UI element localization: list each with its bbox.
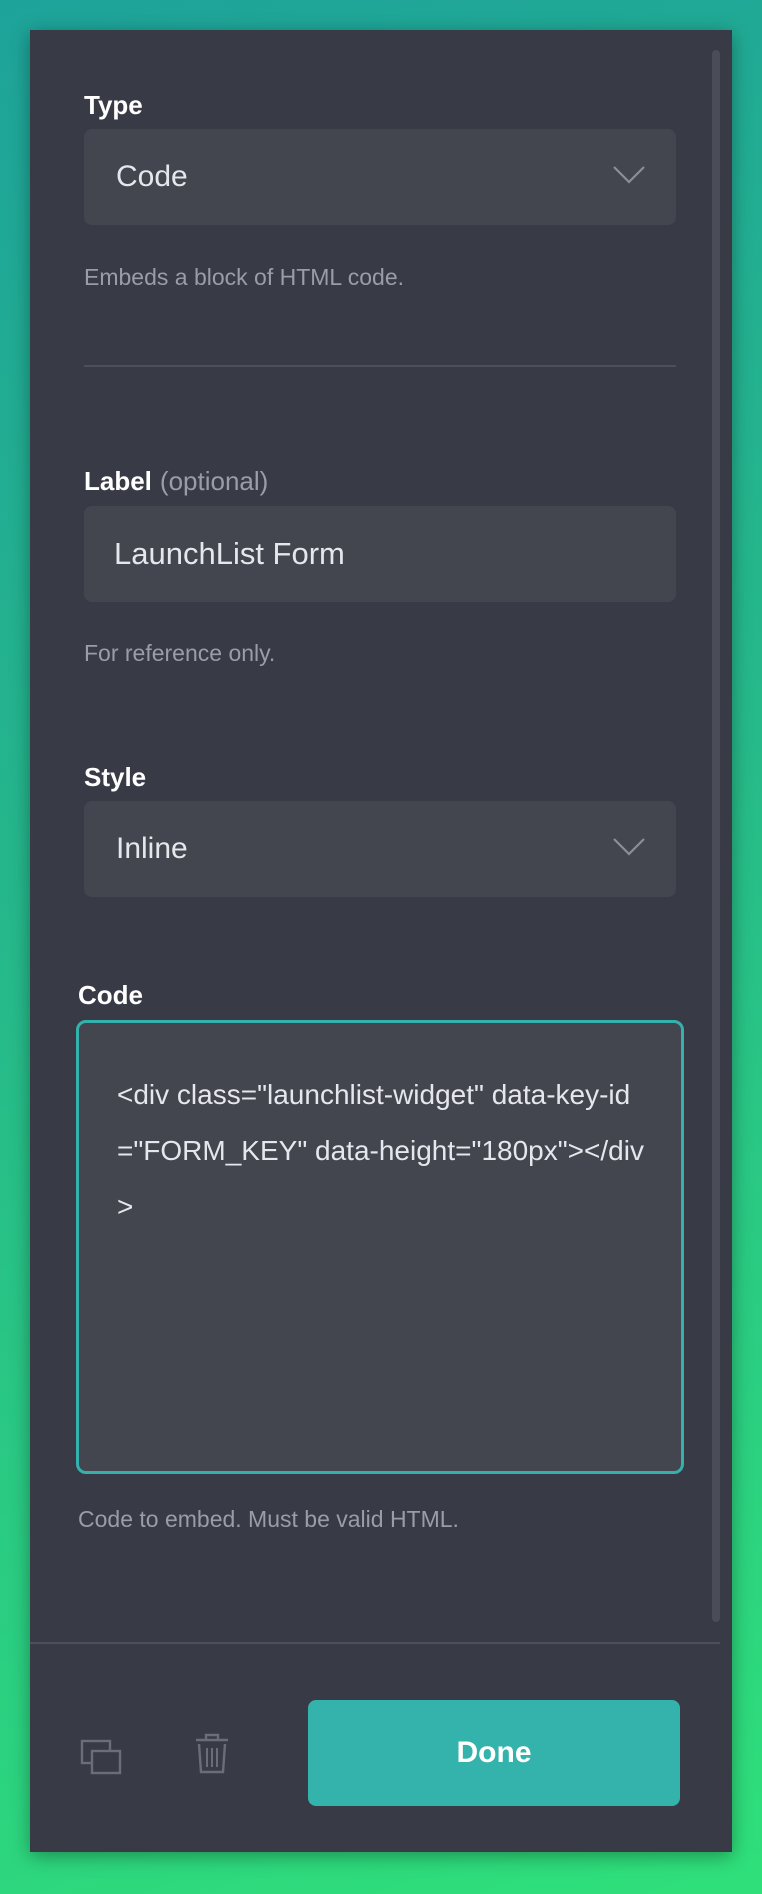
- settings-scroll-area: Type Code Embeds a block of HTML code. L…: [30, 30, 732, 1642]
- type-help-text: Embeds a block of HTML code.: [84, 264, 405, 290]
- style-select-value: Inline: [116, 832, 188, 865]
- trash-icon[interactable]: [190, 1731, 234, 1775]
- label-field-label: Label (optional): [84, 466, 268, 497]
- label-input[interactable]: LaunchList Form: [84, 506, 676, 602]
- block-settings-panel: Type Code Embeds a block of HTML code. L…: [30, 30, 732, 1852]
- code-label: Code: [78, 980, 143, 1010]
- type-select-value: Code: [116, 160, 188, 193]
- type-select[interactable]: Code: [84, 129, 676, 225]
- style-select[interactable]: Inline: [84, 801, 676, 897]
- code-textarea[interactable]: <div class="launchlist-widget" data-key-…: [76, 1020, 684, 1474]
- label-help-text: For reference only.: [84, 640, 276, 666]
- label-input-value: LaunchList Form: [114, 536, 345, 571]
- optional-tag: (optional): [159, 466, 269, 496]
- footer-divider: [30, 1642, 720, 1644]
- section-divider: [84, 365, 676, 367]
- style-label: Style: [84, 762, 147, 792]
- type-label: Type: [84, 90, 143, 120]
- chevron-down-icon: [613, 166, 645, 184]
- duplicate-icon[interactable]: [80, 1735, 124, 1779]
- code-help-text: Code to embed. Must be valid HTML.: [78, 1506, 459, 1532]
- label-title: Label: [84, 466, 152, 496]
- done-button[interactable]: Done: [308, 1700, 680, 1806]
- scrollbar[interactable]: [712, 50, 720, 1622]
- chevron-down-icon: [613, 838, 645, 856]
